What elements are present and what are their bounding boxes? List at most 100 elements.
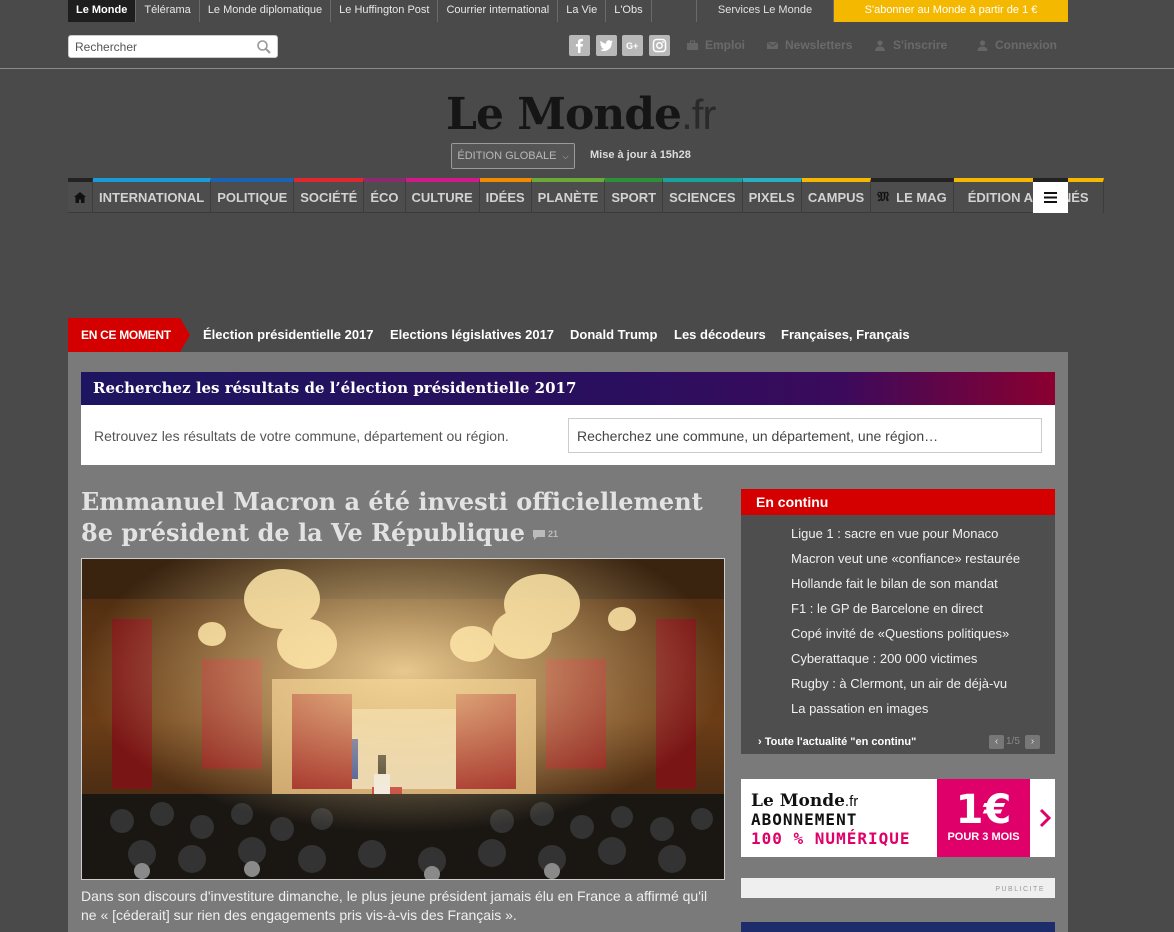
nav-politique[interactable]: POLITIQUE <box>211 178 295 213</box>
moment-link-francaises[interactable]: Françaises, Français <box>781 327 910 342</box>
envelope-icon <box>766 41 779 49</box>
user-add-icon <box>875 39 885 51</box>
newsletters-link[interactable]: Newsletters <box>766 37 852 53</box>
moment-label: EN CE MOMENT <box>68 318 180 352</box>
article-photo[interactable] <box>81 558 725 880</box>
nav-le-mag[interactable]: 𝔐 LE MAG <box>871 178 954 213</box>
main-nav: INTERNATIONAL POLITIQUE SOCIÉTÉ ÉCO CULT… <box>68 178 1104 213</box>
chevron-right-icon: › <box>1030 736 1035 747</box>
nav-label: SPORT <box>611 190 657 205</box>
logo-suffix: .fr <box>681 91 716 138</box>
election-title: Recherchez les résultats de l’élection p… <box>81 372 1055 405</box>
en-ce-moment-badge: EN CE MOMENT <box>68 318 190 352</box>
emploi-link[interactable]: Emploi <box>686 37 745 53</box>
site-lobs[interactable]: L'Obs <box>606 0 652 22</box>
site-huffington-post[interactable]: Le Huffington Post <box>331 0 439 22</box>
chevron-left-icon: ‹ <box>994 736 999 747</box>
services-link[interactable]: Services Le Monde <box>696 0 834 22</box>
continu-item[interactable]: Copé invité de «Questions politiques» <box>791 626 1009 641</box>
nav-label: POLITIQUE <box>217 190 288 205</box>
connexion-link[interactable]: Connexion <box>976 37 1057 53</box>
ad-abonnement: ABONNEMENT <box>751 810 858 829</box>
edition-selector[interactable]: ÉDITION GLOBALE ⌵ <box>451 143 575 169</box>
nav-eco[interactable]: ÉCO <box>364 178 406 213</box>
search-icon[interactable] <box>256 39 272 55</box>
hamburger-icon <box>1044 192 1057 203</box>
moment-link-presidentielle[interactable]: Élection présidentielle 2017 <box>203 327 374 342</box>
twitter-icon[interactable] <box>596 35 617 56</box>
facebook-icon[interactable] <box>569 35 590 56</box>
article-headline[interactable]: Emmanuel Macron a été investi officielle… <box>81 486 721 550</box>
search-box <box>68 35 278 58</box>
elysee-ceremony-image <box>82 559 724 879</box>
user-icon <box>977 39 988 51</box>
election-results-search: Recherchez les résultats de l’élection p… <box>81 372 1055 465</box>
inscrire-link[interactable]: S'inscrire <box>874 37 947 53</box>
logo-name: Le Monde <box>446 89 682 140</box>
subscribe-button[interactable]: S'abonner au Monde à partir de 1 € <box>834 0 1068 22</box>
moment-link-trump[interactable]: Donald Trump <box>570 327 657 342</box>
site-telerama[interactable]: Télérama <box>136 0 200 22</box>
briefcase-icon <box>687 39 698 50</box>
nav-label: CAMPUS <box>807 190 865 205</box>
site-la-vie[interactable]: La Vie <box>558 0 607 22</box>
continu-item[interactable]: Macron veut une «confiance» restaurée <box>791 551 1020 566</box>
nav-label: SCIENCES <box>669 190 736 205</box>
nav-international[interactable]: INTERNATIONAL <box>93 178 212 213</box>
en-continu-header: En continu <box>741 489 1055 515</box>
continu-item[interactable]: Hollande fait le bilan de son mandat <box>791 576 998 591</box>
continu-item[interactable]: Ligue 1 : sacre en vue pour Monaco <box>791 526 998 541</box>
site-courrier-international[interactable]: Courrier international <box>438 0 559 22</box>
continu-item[interactable]: La passation en images <box>791 701 928 716</box>
nav-label: PIXELS <box>748 190 795 205</box>
nav-label: ÉCO <box>370 190 399 205</box>
chevron-right-icon <box>1039 808 1051 828</box>
continu-item[interactable]: Cyberattaque : 200 000 victimes <box>791 651 977 666</box>
nav-campus[interactable]: CAMPUS <box>801 178 872 213</box>
continu-item[interactable]: F1 : le GP de Barcelone en direct <box>791 601 983 616</box>
nav-societe[interactable]: SOCIÉTÉ <box>294 178 365 213</box>
home-icon <box>74 192 86 203</box>
search-input[interactable] <box>69 36 249 57</box>
divider <box>0 68 1174 69</box>
menu-button[interactable] <box>1033 178 1068 213</box>
edition-label: ÉDITION GLOBALE <box>457 150 557 162</box>
en-continu-panel: En continu Ligue 1 : sacre en vue pour M… <box>741 489 1055 754</box>
badge-arrow <box>180 318 190 352</box>
nav-label: ÉDITION ABONNÉS <box>967 190 1089 205</box>
top-bar: Le Monde Télérama Le Monde diplomatique … <box>0 0 1174 22</box>
nav-label: SOCIÉTÉ <box>300 190 358 205</box>
nav-edition-abonnes[interactable]: ÉDITION ABONNÉS <box>953 178 1104 213</box>
ad-logo-name: Le Monde <box>751 791 845 811</box>
nav-sport[interactable]: SPORT <box>605 178 664 213</box>
nav-sciences[interactable]: SCIENCES <box>663 178 743 213</box>
subscription-ad[interactable]: Le Monde.fr ABONNEMENT 100 % NUMÉRIQUE 1… <box>741 779 1055 857</box>
instagram-icon[interactable] <box>649 35 670 56</box>
nav-planete[interactable]: PLANÈTE <box>531 178 606 213</box>
nav-label: INTERNATIONAL <box>99 190 205 205</box>
moment-link-decodeurs[interactable]: Les décodeurs <box>674 327 766 342</box>
moment-link-legislatives[interactable]: Elections législatives 2017 <box>390 327 554 342</box>
toute-actualite-link[interactable]: › Toute l'actualité "en continu" <box>758 736 916 748</box>
continu-item[interactable]: Rugby : à Clermont, un air de déjà-vu <box>791 676 1007 691</box>
google-plus-icon[interactable]: G+ <box>622 35 643 56</box>
comment-count[interactable]: 21 <box>533 519 558 550</box>
chevron-down-icon: ⌵ <box>562 152 569 161</box>
site-monde-diplomatique[interactable]: Le Monde diplomatique <box>200 0 332 22</box>
commune-search-input[interactable] <box>568 418 1042 453</box>
nav-label: CULTURE <box>411 190 473 205</box>
headline-text: Emmanuel Macron a été investi officielle… <box>81 487 703 547</box>
ad-numerique: 100 % NUMÉRIQUE <box>751 829 911 848</box>
nav-home[interactable] <box>68 178 93 213</box>
newsletters-label: Newsletters <box>785 38 853 52</box>
election-description: Retrouvez les résultats de votre commune… <box>94 428 509 444</box>
nav-culture[interactable]: CULTURE <box>405 178 480 213</box>
site-le-monde[interactable]: Le Monde <box>68 0 137 22</box>
site-logo[interactable]: Le Monde.fr <box>446 89 716 140</box>
inscrire-label: S'inscrire <box>893 38 948 52</box>
prev-page-button[interactable]: ‹ <box>989 735 1004 749</box>
nav-pixels[interactable]: PIXELS <box>742 178 802 213</box>
svg-text:G+: G+ <box>626 41 638 51</box>
next-page-button[interactable]: › <box>1025 735 1040 749</box>
nav-idees[interactable]: IDÉES <box>479 178 532 213</box>
